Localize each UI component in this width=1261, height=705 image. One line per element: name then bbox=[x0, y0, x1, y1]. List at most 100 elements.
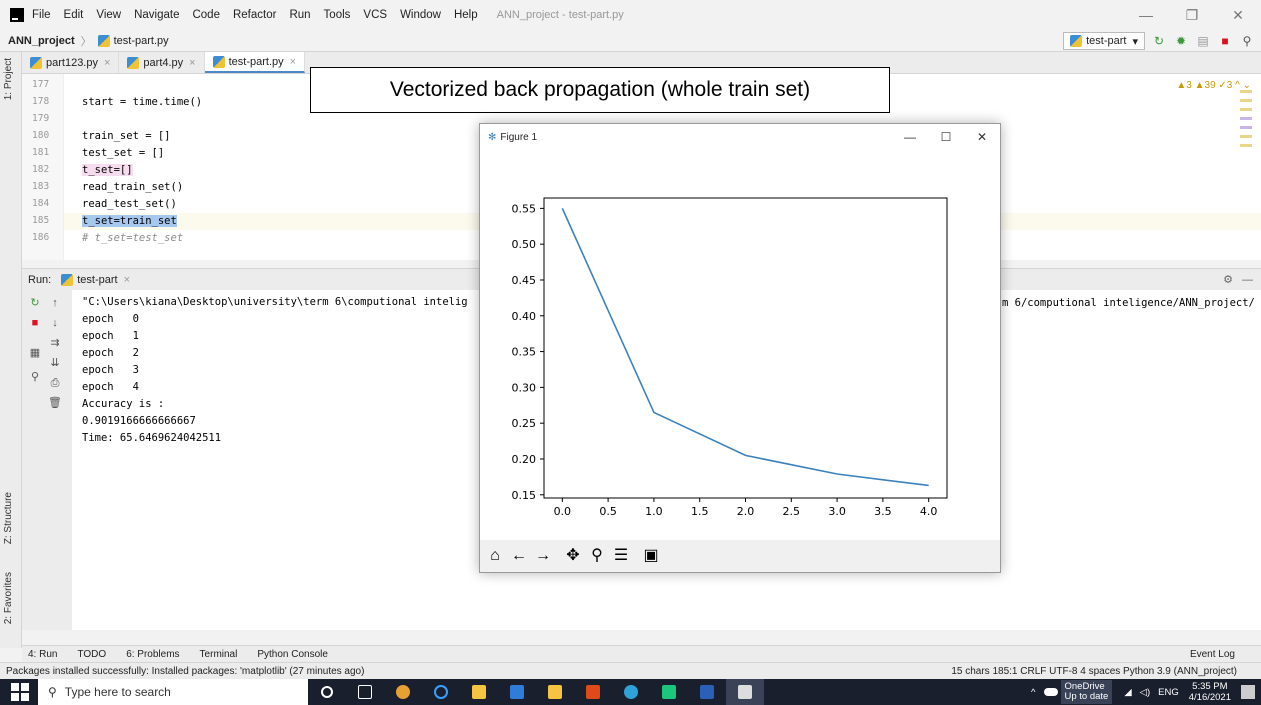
restore-icon[interactable]: ❐ bbox=[1169, 0, 1215, 30]
minimize-icon[interactable]: — bbox=[1123, 0, 1169, 30]
task-view-icon[interactable] bbox=[346, 679, 384, 705]
line-number: 184 bbox=[32, 198, 50, 209]
menu-refactor[interactable]: Refactor bbox=[233, 9, 276, 21]
word-icon[interactable] bbox=[688, 679, 726, 705]
search-icon[interactable]: ⚲ bbox=[1239, 33, 1255, 49]
favorites-tool-label[interactable]: 2: Favorites bbox=[3, 572, 14, 624]
print-icon[interactable]: ⎙ bbox=[48, 376, 62, 390]
structure-tool-label[interactable]: Z: Structure bbox=[3, 492, 14, 544]
python-file-icon bbox=[1070, 35, 1083, 47]
clock-date: 4/16/2021 bbox=[1188, 692, 1231, 703]
scroll-down-icon[interactable]: ↓ bbox=[48, 316, 62, 330]
configure-subplots-icon[interactable]: ☰ bbox=[610, 545, 632, 567]
y-tick-label: 0.20 bbox=[512, 453, 537, 466]
close-tab-icon[interactable]: × bbox=[290, 56, 296, 68]
trash-icon[interactable]: 🗑 bbox=[48, 396, 62, 410]
pan-icon[interactable]: ✥ bbox=[562, 545, 584, 567]
stop-icon[interactable]: ■ bbox=[28, 316, 42, 330]
hide-panel-icon[interactable]: — bbox=[1242, 274, 1253, 286]
minimize-icon[interactable]: — bbox=[892, 124, 928, 150]
back-icon[interactable]: ← bbox=[508, 545, 530, 567]
line-plot: 0.0 0.5 1.0 1.5 2.0 2.5 3.0 3.5 4.0 0.15 0.20 0.25 0… bbox=[512, 197, 948, 518]
menu-help[interactable]: Help bbox=[454, 9, 478, 21]
close-run-tab-icon[interactable]: × bbox=[124, 274, 130, 286]
taskbar-search-input[interactable]: ⚲ Type here to search bbox=[38, 679, 308, 705]
menu-code[interactable]: Code bbox=[192, 9, 220, 21]
console-line: Time: 65.6469624042511 bbox=[82, 432, 222, 444]
scroll-up-icon[interactable]: ↑ bbox=[48, 296, 62, 310]
close-icon[interactable]: ✕ bbox=[1215, 0, 1261, 30]
file-explorer-icon[interactable] bbox=[460, 679, 498, 705]
notification-icon[interactable] bbox=[1241, 685, 1255, 699]
save-icon[interactable]: ▣ bbox=[640, 545, 662, 567]
office-icon[interactable] bbox=[574, 679, 612, 705]
forward-icon[interactable]: → bbox=[532, 545, 554, 567]
menu-view[interactable]: View bbox=[96, 9, 121, 21]
event-log-button[interactable]: Event Log bbox=[1190, 649, 1235, 660]
edge-icon[interactable] bbox=[612, 679, 650, 705]
stop-icon[interactable]: ■ bbox=[1217, 33, 1233, 49]
tab-part4[interactable]: part4.py × bbox=[119, 52, 205, 73]
cortana-icon[interactable] bbox=[308, 679, 346, 705]
rerun-icon[interactable]: ↻ bbox=[1151, 33, 1167, 49]
language-indicator[interactable]: ENG bbox=[1158, 687, 1179, 698]
window-title: ANN_project - test-part.py bbox=[496, 9, 624, 21]
close-tab-icon[interactable]: × bbox=[104, 57, 110, 69]
onedrive-icon[interactable] bbox=[1043, 688, 1058, 696]
soft-wrap-icon[interactable]: ⇉ bbox=[48, 336, 62, 350]
console-line: epoch 3 bbox=[82, 364, 139, 376]
layout-icon[interactable]: ▦ bbox=[28, 346, 42, 360]
settings-gear-icon[interactable]: ⚙ bbox=[1223, 273, 1233, 286]
tab-terminal[interactable]: Terminal bbox=[200, 649, 238, 660]
close-tab-icon[interactable]: × bbox=[189, 57, 195, 69]
tray-chevron-icon[interactable]: ^ bbox=[1031, 687, 1035, 698]
store-icon[interactable] bbox=[536, 679, 574, 705]
pin-icon[interactable]: ⚲ bbox=[28, 370, 42, 384]
mail-icon[interactable] bbox=[498, 679, 536, 705]
breadcrumb-project[interactable]: ANN_project bbox=[8, 35, 75, 47]
y-tick-label: 0.40 bbox=[512, 310, 537, 323]
left-tool-strip: 1: Project Z: Structure 2: Favorites bbox=[0, 52, 22, 648]
cortana-circle-icon[interactable] bbox=[422, 679, 460, 705]
menu-vcs[interactable]: VCS bbox=[363, 9, 387, 21]
status-right[interactable]: 15 chars 185:1 CRLF UTF-8 4 spaces Pytho… bbox=[951, 666, 1237, 677]
figure-titlebar[interactable]: ✻ Figure 1 — ☐ ✕ bbox=[480, 124, 1000, 150]
menu-file[interactable]: File bbox=[32, 9, 51, 21]
menu-run[interactable]: Run bbox=[289, 9, 310, 21]
tab-run[interactable]: 4: Run bbox=[28, 649, 57, 660]
tab-problems[interactable]: 6: Problems bbox=[126, 649, 179, 660]
pycharm-icon[interactable] bbox=[650, 679, 688, 705]
project-tool-label[interactable]: 1: Project bbox=[3, 58, 14, 100]
scroll-end-icon[interactable]: ⇊ bbox=[48, 356, 62, 370]
figure-window[interactable]: ✻ Figure 1 — ☐ ✕ 0.0 0.5 1.0 1.5 2.0 2.5 3.0 3.… bbox=[479, 123, 1001, 573]
chrome-icon[interactable] bbox=[384, 679, 422, 705]
python-file-icon bbox=[30, 56, 42, 69]
menu-window[interactable]: Window bbox=[400, 9, 441, 21]
network-icon[interactable]: ◢ bbox=[1124, 687, 1131, 698]
code-line-comment: # t_set=test_set bbox=[82, 232, 184, 244]
run-tab-label[interactable]: test-part bbox=[77, 274, 117, 286]
tab-label: test-part.py bbox=[228, 55, 284, 68]
maximize-icon[interactable]: ☐ bbox=[928, 124, 964, 150]
debug-icon[interactable]: ✹ bbox=[1173, 33, 1189, 49]
close-icon[interactable]: ✕ bbox=[964, 124, 1000, 150]
tab-part123[interactable]: part123.py × bbox=[22, 52, 120, 73]
status-message[interactable]: Packages installed successfully: Install… bbox=[6, 666, 364, 677]
menu-navigate[interactable]: Navigate bbox=[134, 9, 179, 21]
zoom-icon[interactable]: ⚲ bbox=[586, 545, 608, 567]
volume-icon[interactable]: ◁) bbox=[1140, 687, 1150, 698]
windows-start-icon[interactable] bbox=[10, 682, 30, 702]
coverage-icon[interactable]: ▤ bbox=[1195, 33, 1211, 49]
run-config-select[interactable]: test-part ▾ bbox=[1063, 32, 1145, 50]
menu-edit[interactable]: Edit bbox=[64, 9, 84, 21]
tab-python-console[interactable]: Python Console bbox=[257, 649, 328, 660]
line-number: 186 bbox=[32, 232, 50, 243]
clock[interactable]: 5:35 PM 4/16/2021 bbox=[1189, 681, 1231, 703]
home-icon[interactable]: ⌂ bbox=[484, 545, 506, 567]
matplotlib-figure-icon[interactable] bbox=[726, 679, 764, 705]
tab-todo[interactable]: TODO bbox=[77, 649, 106, 660]
menu-tools[interactable]: Tools bbox=[324, 9, 351, 21]
tab-test-part[interactable]: test-part.py × bbox=[204, 52, 306, 73]
rerun-icon[interactable]: ↻ bbox=[28, 296, 42, 310]
breadcrumb-file[interactable]: test-part.py bbox=[114, 35, 169, 47]
